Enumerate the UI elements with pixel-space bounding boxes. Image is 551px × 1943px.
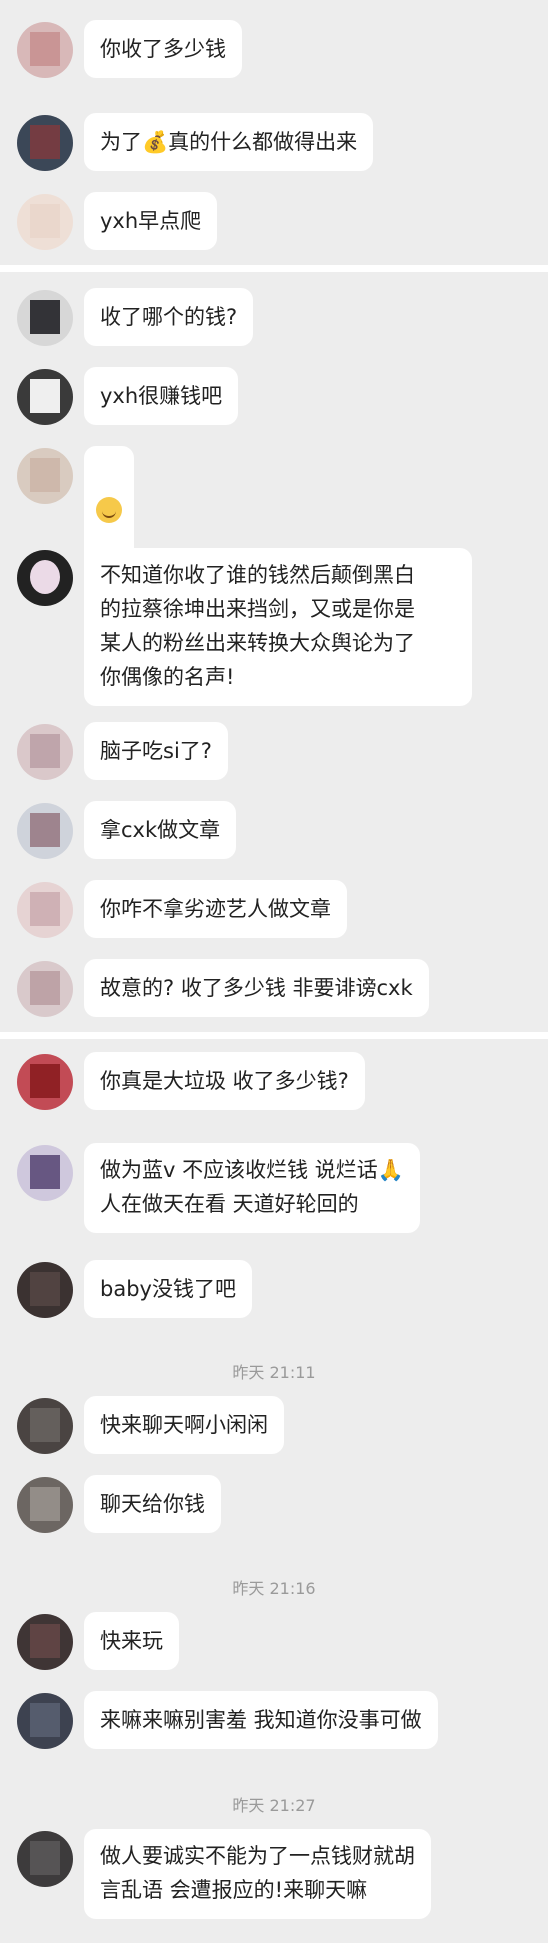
message-bubble[interactable]: 收了哪个的钱? bbox=[84, 288, 254, 346]
avatar[interactable] bbox=[17, 1614, 73, 1670]
message-bubble[interactable]: 脑子吃si了? bbox=[84, 722, 228, 780]
message-bubble[interactable]: 来嘛来嘛别害羞 我知道你没事可做 bbox=[84, 1691, 438, 1749]
message-bubble[interactable]: 你收了多少钱 bbox=[84, 20, 242, 78]
avatar[interactable] bbox=[17, 115, 73, 171]
message-bubble[interactable]: 快来聊天啊小闲闲 bbox=[84, 1396, 284, 1454]
chat-panel-2: 收了哪个的钱? yxh很赚钱吧 😊 不知道你收了谁的钱然后颠倒黑白 的拉蔡徐坤出… bbox=[0, 272, 548, 1032]
avatar[interactable] bbox=[17, 22, 73, 78]
avatar[interactable] bbox=[17, 194, 73, 250]
chat-panel-3: 你真是大垃圾 收了多少钱? 做为蓝v 不应该收烂钱 说烂话🙏 人在做天在看 天道… bbox=[0, 1039, 548, 1943]
message-bubble[interactable]: 你咋不拿劣迹艺人做文章 bbox=[84, 880, 347, 938]
smile-emoji-icon bbox=[96, 497, 122, 523]
message-bubble[interactable]: 聊天给你钱 bbox=[84, 1475, 221, 1533]
message-bubble[interactable]: 做为蓝v 不应该收烂钱 说烂话🙏 人在做天在看 天道好轮回的 bbox=[84, 1143, 420, 1233]
avatar[interactable] bbox=[17, 369, 73, 425]
avatar[interactable] bbox=[17, 961, 73, 1017]
message-bubble[interactable]: 做人要诚实不能为了一点钱财就胡 言乱语 会遭报应的!来聊天嘛 bbox=[84, 1829, 431, 1919]
chat-panel-1: 你收了多少钱 为了💰真的什么都做得出来 yxh早点爬 bbox=[0, 0, 548, 265]
avatar[interactable] bbox=[17, 290, 73, 346]
avatar[interactable] bbox=[17, 448, 73, 504]
avatar[interactable] bbox=[17, 1693, 73, 1749]
avatar[interactable] bbox=[17, 1831, 73, 1887]
avatar[interactable] bbox=[17, 882, 73, 938]
message-bubble[interactable]: 你真是大垃圾 收了多少钱? bbox=[84, 1052, 365, 1110]
timestamp: 昨天 21:16 bbox=[232, 1579, 316, 1598]
avatar[interactable] bbox=[17, 1398, 73, 1454]
avatar[interactable] bbox=[17, 1145, 73, 1201]
message-bubble[interactable]: yxh早点爬 bbox=[84, 192, 218, 250]
message-bubble[interactable]: 不知道你收了谁的钱然后颠倒黑白 的拉蔡徐坤出来挡剑，又或是你是 某人的粉丝出来转… bbox=[84, 548, 472, 706]
message-bubble[interactable]: yxh很赚钱吧 bbox=[84, 367, 239, 425]
timestamp: 昨天 21:11 bbox=[232, 1363, 316, 1382]
avatar[interactable] bbox=[17, 1054, 73, 1110]
avatar[interactable] bbox=[17, 550, 73, 606]
message-bubble[interactable]: baby没钱了吧 bbox=[84, 1260, 252, 1318]
message-bubble[interactable]: 快来玩 bbox=[84, 1612, 179, 1670]
chat-screenshot: 你收了多少钱 为了💰真的什么都做得出来 yxh早点爬 收了哪个的钱? yxh很赚… bbox=[0, 0, 551, 1943]
message-bubble[interactable]: 为了💰真的什么都做得出来 bbox=[84, 113, 374, 171]
message-bubble[interactable]: 故意的? 收了多少钱 非要诽谤cxk bbox=[84, 959, 429, 1017]
timestamp: 昨天 21:27 bbox=[232, 1796, 316, 1815]
avatar[interactable] bbox=[17, 1262, 73, 1318]
avatar[interactable] bbox=[17, 1477, 73, 1533]
avatar[interactable] bbox=[17, 803, 73, 859]
message-bubble[interactable]: 拿cxk做文章 bbox=[84, 801, 237, 859]
avatar[interactable] bbox=[17, 724, 73, 780]
